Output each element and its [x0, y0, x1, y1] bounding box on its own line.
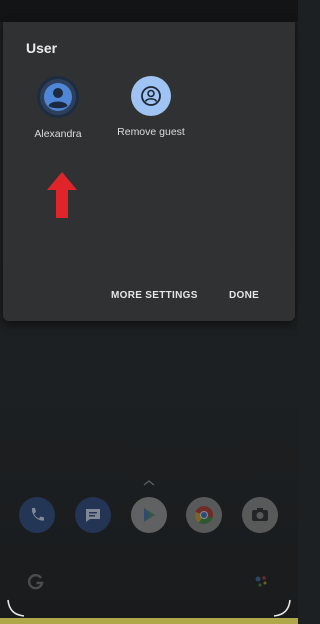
- phone-screen: User Alexandra Remove guest MORE SETTING…: [0, 0, 298, 624]
- status-bar: [0, 0, 298, 22]
- dialog-actions: MORE SETTINGS DONE: [3, 290, 295, 306]
- avatar: [131, 76, 171, 116]
- person-icon: [44, 83, 72, 111]
- assistant-icon[interactable]: [252, 572, 270, 590]
- corner-curve-left: [7, 599, 25, 617]
- camera-icon: [252, 508, 268, 521]
- play-store-icon: [144, 508, 155, 522]
- avatar: [37, 76, 79, 118]
- account-circle-icon: [141, 86, 161, 106]
- messages-app[interactable]: [75, 497, 111, 533]
- user-switcher-dialog: User Alexandra Remove guest MORE SETTING…: [3, 22, 295, 321]
- corner-curve-right: [273, 599, 291, 617]
- camera-app[interactable]: [242, 497, 278, 533]
- chrome-icon: [194, 506, 213, 525]
- user-label: Alexandra: [34, 128, 82, 140]
- google-search-icon[interactable]: [26, 571, 46, 591]
- user-tile-remove-guest[interactable]: Remove guest: [106, 76, 196, 138]
- chrome-app[interactable]: [186, 497, 222, 533]
- bottom-edge-strip: [0, 618, 298, 624]
- dialog-title: User: [26, 40, 58, 56]
- phone-app[interactable]: [19, 497, 55, 533]
- chevron-up-icon[interactable]: [143, 480, 155, 486]
- user-tile-alexandra[interactable]: Alexandra: [13, 76, 103, 140]
- done-button[interactable]: DONE: [229, 290, 259, 301]
- annotation-up-arrow-icon: [47, 172, 77, 218]
- phone-icon: [31, 508, 44, 521]
- play-store-app[interactable]: [131, 497, 167, 533]
- messages-icon: [86, 509, 100, 522]
- app-dock: [0, 497, 298, 537]
- user-label: Remove guest: [117, 126, 185, 138]
- more-settings-button[interactable]: MORE SETTINGS: [111, 290, 198, 301]
